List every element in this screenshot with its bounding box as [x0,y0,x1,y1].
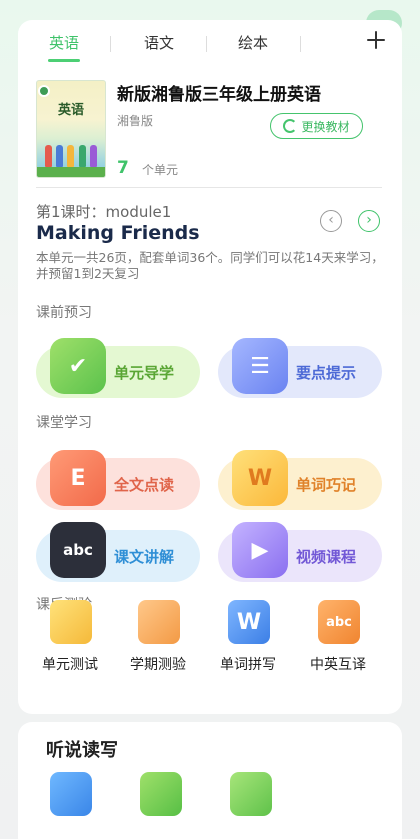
change-textbook-button[interactable]: 更换教材 [270,113,363,139]
semester-quiz-button[interactable]: 学期测验 [118,600,198,675]
text-explanation-button[interactable]: abc 课文讲解 [36,522,200,582]
book-title: 新版湘鲁版三年级上册英语 [117,85,321,105]
list-icon: ☰ [232,338,288,394]
add-subject-button[interactable] [364,28,388,52]
video-camera-icon: ▶ [232,522,288,578]
text-explanation-label: 课文讲解 [114,548,175,566]
listen-speak-read-write-card: 听说读写 [18,722,402,839]
video-course-button[interactable]: ▶ 视频课程 [218,522,382,582]
lesson-number: 第1课时：module1 [36,203,172,221]
listen-speak-section-title: 听说读写 [46,740,118,761]
unit-guide-label: 单元导学 [114,364,175,382]
keypad-icon[interactable] [50,772,92,816]
full-text-reading-label: 全文点读 [114,476,175,494]
divider [36,187,382,188]
tab-divider [206,36,207,52]
next-lesson-button[interactable]: › [358,210,380,232]
cover-illustration [43,139,99,167]
abc-translate-icon: abc [318,600,360,644]
exam-paper-icon [50,600,92,644]
active-tab-indicator [48,59,80,62]
tab-divider [110,36,111,52]
lesson-title: Making Friends [36,222,200,244]
word-memory-button[interactable]: W 单词巧记 [218,450,382,510]
unit-label: 个单元 [142,163,179,177]
checklist-icon[interactable] [140,772,182,816]
pre-class-section-label: 课前预习 [36,305,92,321]
change-textbook-label: 更换教材 [301,119,350,134]
video-course-label: 视频课程 [296,548,357,566]
key-points-label: 要点提示 [296,364,357,382]
full-text-reading-button[interactable]: E 全文点读 [36,450,200,510]
previous-lesson-button[interactable]: ‹ [320,210,342,232]
unit-count: 7 [117,158,129,178]
book-cover-title: 英语 [57,103,84,118]
subject-tabs: 英语 语文 绘本 [18,20,402,68]
unit-test-button[interactable]: 单元测试 [30,600,110,675]
check-book-icon: ✔ [50,338,106,394]
tab-chinese[interactable]: 语文 [144,32,174,54]
book-edition: 湘鲁版 [117,114,154,128]
word-spelling-button[interactable]: W 单词拼写 [208,600,288,675]
e-headphones-icon[interactable] [230,772,272,816]
document-pencil-icon [138,600,180,644]
word-memory-label: 单词巧记 [296,476,357,494]
key-points-button[interactable]: ☰ 要点提示 [218,338,382,398]
semester-quiz-label: 学期测验 [130,657,186,673]
unit-guide-button[interactable]: ✔ 单元导学 [36,338,200,398]
lesson-description: 本单元一共26页，配套单词36个。同学们可以花14天来学习，并预留1到2天复习 [36,250,384,281]
abc-board-icon: abc [50,522,106,578]
book-badge-icon [38,85,50,97]
translation-button[interactable]: abc 中英互译 [298,600,378,675]
translation-label: 中英互译 [310,657,366,673]
w-book-pencil-icon: W [232,450,288,506]
w-spelling-icon: W [228,600,270,644]
tab-picture-book[interactable]: 绘本 [238,32,268,54]
unit-test-label: 单元测试 [42,657,98,673]
word-spelling-label: 单词拼写 [220,657,276,673]
tab-english[interactable]: 英语 [49,32,79,54]
e-book-microphone-icon: E [50,450,106,506]
refresh-icon [283,119,298,133]
tab-divider [300,36,301,52]
in-class-section-label: 课堂学习 [36,415,92,431]
